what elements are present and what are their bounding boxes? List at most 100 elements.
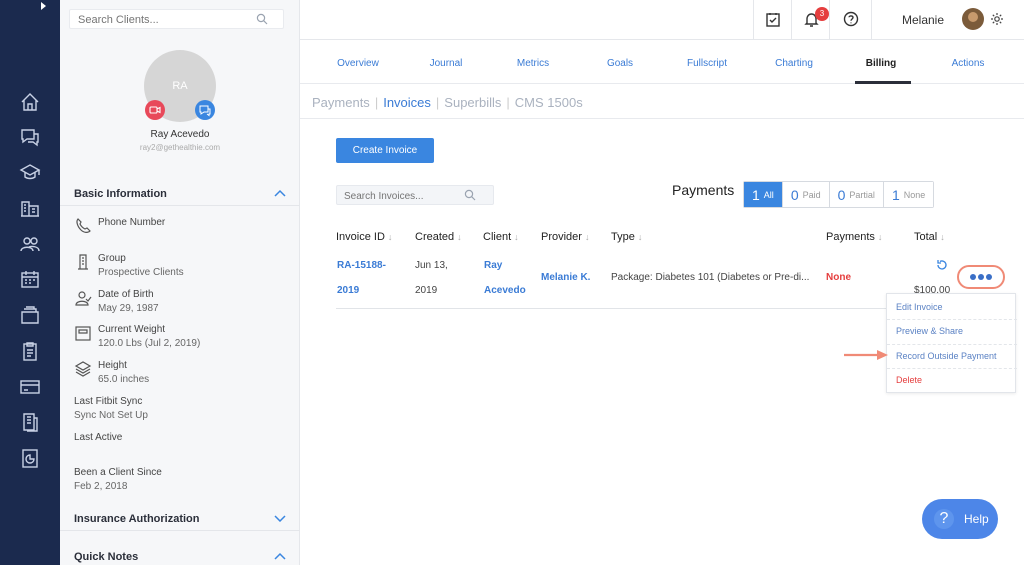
scale-icon xyxy=(74,324,92,342)
chevron-down-icon[interactable] xyxy=(274,514,286,522)
menu-edit-invoice[interactable]: Edit Invoice xyxy=(896,302,943,312)
client-search-input[interactable] xyxy=(70,11,255,29)
help-center-button[interactable] xyxy=(829,0,871,40)
tab-journal[interactable]: Journal xyxy=(430,58,463,69)
home-icon[interactable] xyxy=(19,91,41,113)
chat-icon[interactable] xyxy=(19,126,41,148)
client-sidebar: RA Ray Acevedo ray2@gethealthie.com Basi… xyxy=(60,0,300,565)
header-label: Type xyxy=(611,231,635,243)
tab-actions[interactable]: Actions xyxy=(952,58,985,69)
phone-label: Phone Number xyxy=(98,217,166,228)
tab-overview[interactable]: Overview xyxy=(337,58,379,69)
quick-notes-title: Quick Notes xyxy=(74,551,139,563)
billing-subtabs: Payments | Invoices | Superbills | CMS 1500s xyxy=(312,95,583,110)
sort-arrow-icon: ↓ xyxy=(387,232,393,242)
header-label: Invoice ID xyxy=(336,231,385,243)
layers-icon xyxy=(74,360,92,378)
client-link[interactable]: Ray xyxy=(484,260,502,271)
tab-billing[interactable]: Billing xyxy=(866,58,897,69)
expand-nav-icon[interactable] xyxy=(41,2,46,10)
header-invoice-id[interactable]: Invoice ID ↓ xyxy=(336,231,392,243)
subtab-divider: | xyxy=(506,95,510,110)
invoice-search-input[interactable] xyxy=(337,187,462,206)
client-link[interactable]: Acevedo xyxy=(484,285,526,296)
library-icon[interactable] xyxy=(19,304,41,326)
subtab-superbills[interactable]: Superbills xyxy=(444,95,501,110)
header-total[interactable]: Total ↓ xyxy=(914,231,945,243)
tab-fullscript[interactable]: Fullscript xyxy=(687,58,727,69)
message-client-icon[interactable] xyxy=(195,100,215,120)
insurance-header[interactable]: Insurance Authorization xyxy=(60,505,300,531)
header-payments[interactable]: Payments ↓ xyxy=(826,231,882,243)
more-actions-button[interactable] xyxy=(957,265,1005,289)
group-label: Group xyxy=(98,253,126,264)
dob-value: May 29, 1987 xyxy=(98,303,159,314)
header-label: Client xyxy=(483,231,512,243)
filter-all[interactable]: 1 All xyxy=(744,182,782,207)
clipboard-icon[interactable] xyxy=(19,340,41,362)
help-button[interactable]: ? Help xyxy=(922,499,998,539)
clients-icon[interactable] xyxy=(19,233,41,255)
sort-arrow-icon: ↓ xyxy=(637,232,643,242)
billing-card-icon[interactable] xyxy=(19,376,41,398)
basic-information-header[interactable]: Basic Information xyxy=(60,180,300,206)
invoice-id-link[interactable]: 2019 xyxy=(337,285,359,296)
provider-link[interactable]: Melanie K. xyxy=(541,272,590,283)
header-provider[interactable]: Provider ↓ xyxy=(541,231,589,243)
menu-preview-share[interactable]: Preview & Share xyxy=(896,326,963,336)
subtab-divider: | xyxy=(435,95,440,110)
tab-charting[interactable]: Charting xyxy=(775,58,813,69)
client-since-value: Feb 2, 2018 xyxy=(74,481,128,492)
recurring-icon xyxy=(937,260,947,270)
subtab-invoices[interactable]: Invoices xyxy=(383,95,431,110)
user-avatar[interactable] xyxy=(962,8,984,30)
menu-delete[interactable]: Delete xyxy=(896,375,922,385)
client-email: ray2@gethealthie.com xyxy=(139,143,221,152)
tab-metrics[interactable]: Metrics xyxy=(517,58,549,69)
organization-icon[interactable] xyxy=(19,197,41,219)
basic-information-title: Basic Information xyxy=(74,188,167,200)
header-client[interactable]: Client ↓ xyxy=(483,231,519,243)
filter-label: All xyxy=(763,189,774,200)
filter-label: Paid xyxy=(802,189,821,200)
subtab-cms-1500s[interactable]: CMS 1500s xyxy=(515,95,583,110)
client-since-label: Been a Client Since xyxy=(74,467,162,478)
quick-notes-header[interactable]: Quick Notes xyxy=(60,543,300,565)
client-search[interactable] xyxy=(69,9,284,29)
create-invoice-button[interactable]: Create Invoice xyxy=(336,138,434,163)
filter-partial[interactable]: 0 Partial xyxy=(828,182,883,207)
invoice-id-link[interactable]: RA-15188- xyxy=(337,260,386,271)
header-type[interactable]: Type ↓ xyxy=(611,231,642,243)
invoice-search[interactable] xyxy=(336,185,494,206)
calendar-icon[interactable] xyxy=(19,268,41,290)
filter-none[interactable]: 1 None xyxy=(882,182,934,207)
question-icon: ? xyxy=(934,509,954,529)
reports-icon[interactable] xyxy=(19,447,41,469)
video-call-icon[interactable] xyxy=(145,100,165,120)
subtab-payments[interactable]: Payments xyxy=(312,95,370,110)
gear-icon[interactable] xyxy=(990,12,1004,26)
menu-record-outside-payment[interactable]: Record Outside Payment xyxy=(896,351,997,361)
group-value: Prospective Clients xyxy=(98,267,184,278)
question-circle-icon xyxy=(843,11,859,27)
filter-paid[interactable]: 0 Paid xyxy=(781,182,829,207)
header-created[interactable]: Created ↓ xyxy=(415,231,462,243)
header-label: Total xyxy=(914,231,938,243)
payment-filters: 1 All 0 Paid 0 Partial 1 None xyxy=(743,181,935,208)
sort-arrow-icon: ↓ xyxy=(457,232,462,242)
annotation-arrow-icon xyxy=(844,350,888,360)
tasks-button[interactable] xyxy=(753,0,791,40)
user-name: Melanie xyxy=(902,13,945,27)
chevron-up-icon[interactable] xyxy=(274,552,286,560)
dob-label: Date of Birth xyxy=(98,289,154,300)
tab-goals[interactable]: Goals xyxy=(607,58,633,69)
chevron-up-icon[interactable] xyxy=(274,189,286,197)
education-icon[interactable] xyxy=(19,161,41,183)
fitbit-value: Sync Not Set Up xyxy=(74,410,148,421)
help-label: Help xyxy=(964,512,989,526)
client-name: Ray Acevedo xyxy=(150,129,210,140)
search-icon xyxy=(464,189,476,201)
filter-label: None xyxy=(903,189,926,200)
documents-icon[interactable] xyxy=(19,411,41,433)
created-date: Jun 13, xyxy=(415,260,448,271)
